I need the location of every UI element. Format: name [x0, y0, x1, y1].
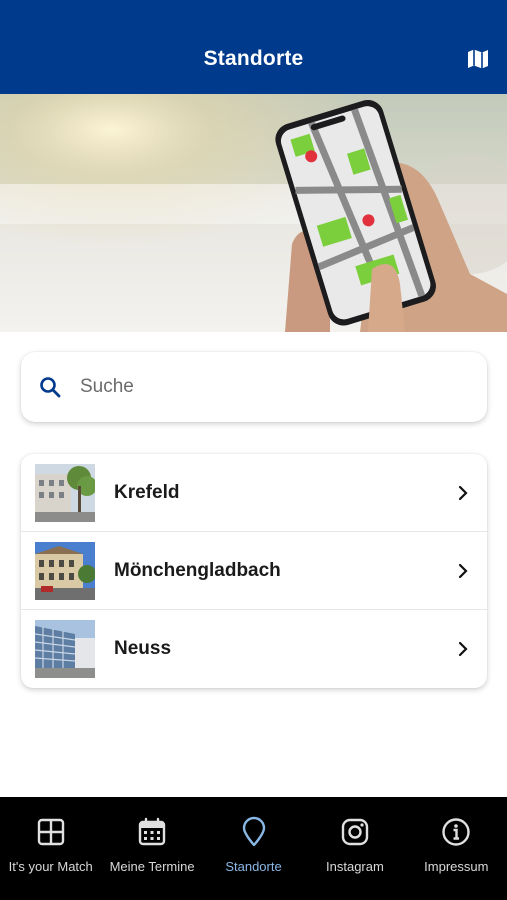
nav-item-meine-termine[interactable]: Meine Termine	[101, 797, 202, 900]
nav-label: Impressum	[424, 859, 489, 874]
location-pin-icon	[242, 816, 265, 847]
hero-image	[0, 94, 507, 332]
nav-item-standorte[interactable]: Standorte	[203, 797, 304, 900]
location-thumbnail	[35, 463, 95, 522]
nav-label: Standorte	[225, 859, 282, 874]
list-item-moenchengladbach[interactable]: Mönchengladbach	[21, 532, 487, 610]
search-bar[interactable]	[21, 352, 487, 422]
nav-label: Meine Termine	[109, 859, 195, 874]
info-icon	[442, 818, 471, 846]
chevron-right-icon	[458, 641, 468, 657]
location-thumbnail	[35, 620, 95, 678]
list-item-neuss[interactable]: Neuss	[21, 610, 487, 688]
location-thumbnail	[35, 541, 95, 600]
bottom-navigation: It's your Match Meine Termine Standorte …	[0, 797, 507, 900]
list-item-label: Krefeld	[114, 481, 180, 503]
search-icon	[40, 377, 61, 398]
grid-icon	[37, 818, 64, 846]
location-list: Krefeld Mönchengladbach Neuss	[21, 454, 487, 688]
calendar-icon	[138, 817, 166, 846]
list-item-krefeld[interactable]: Krefeld	[21, 454, 487, 532]
list-item-label: Mönchengladbach	[114, 559, 281, 581]
map-button[interactable]	[465, 46, 491, 72]
chevron-right-icon	[458, 563, 468, 578]
map-icon	[468, 49, 488, 69]
phone-map-illustration	[0, 94, 507, 332]
instagram-icon	[341, 818, 369, 846]
chevron-right-icon	[458, 485, 468, 500]
nav-item-its-your-match[interactable]: It's your Match	[0, 797, 101, 900]
app-bar: Standorte	[0, 0, 507, 94]
page-title: Standorte	[203, 47, 304, 70]
nav-item-impressum[interactable]: Impressum	[406, 797, 507, 900]
search-input[interactable]	[80, 367, 487, 407]
nav-label: It's your Match	[8, 859, 93, 874]
list-item-label: Neuss	[114, 638, 172, 659]
nav-label: Instagram	[326, 859, 384, 874]
nav-item-instagram[interactable]: Instagram	[304, 797, 405, 900]
